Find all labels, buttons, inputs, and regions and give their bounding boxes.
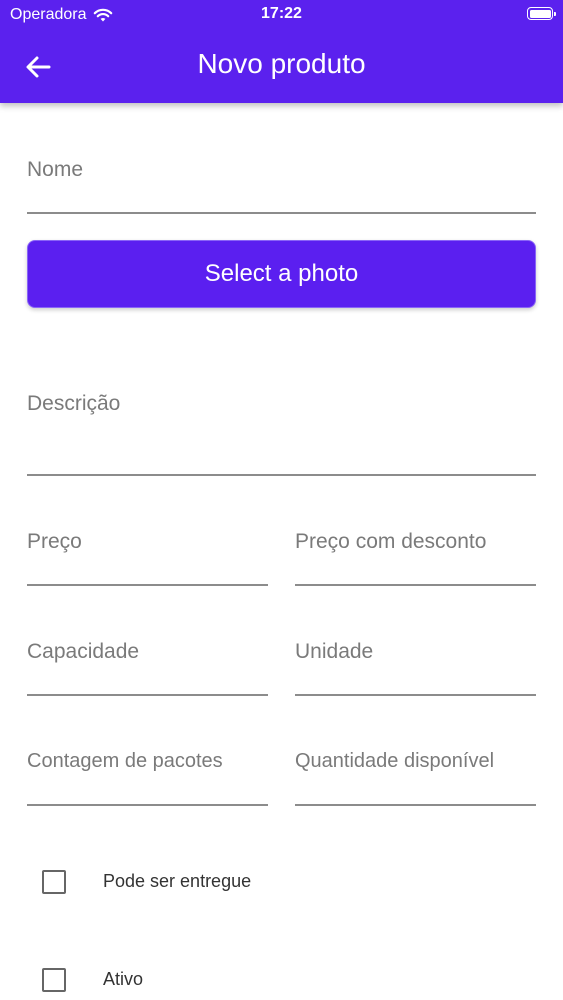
ativo-label: Ativo [103,969,144,989]
page-title: Novo produto [197,48,366,79]
unidade-underline [295,694,536,696]
select-photo-button[interactable]: Select a photo [27,240,536,308]
pode-ser-entregue-row[interactable]: Pode ser entregue [42,870,251,894]
preco-desconto-field[interactable]: Preço com desconto [295,522,536,587]
contagem-pacotes-field[interactable]: Contagem de pacotes [27,742,268,807]
preco-underline [27,584,268,586]
descricao-label: Descrição [27,392,121,415]
app-bar: Operadora 17:22 Novo produto [0,0,563,103]
descricao-underline [27,474,536,476]
contagem-pacotes-underline [27,804,268,806]
unidade-label: Unidade [295,640,374,663]
preco-label: Preço [27,530,82,553]
unidade-field[interactable]: Unidade [295,632,536,697]
capacidade-field[interactable]: Capacidade [27,632,268,697]
capacidade-label: Capacidade [27,640,140,663]
preco-desconto-underline [295,584,536,586]
quantidade-disponivel-field[interactable]: Quantidade disponível [295,742,536,807]
capacidade-underline [27,694,268,696]
quantidade-disponivel-underline [295,804,536,806]
ativo-checkbox[interactable] [42,968,66,992]
status-time: 17:22 [261,5,302,22]
ativo-row[interactable]: Ativo [42,968,143,992]
pode-ser-entregue-checkbox[interactable] [42,870,66,894]
nome-field[interactable]: Nome [27,150,536,215]
preco-desconto-label: Preço com desconto [295,530,487,553]
battery-icon [527,7,556,20]
nome-label: Nome [27,158,84,181]
descricao-field[interactable]: Descrição [27,384,536,477]
status-bar: Operadora 17:22 [0,0,563,30]
pode-ser-entregue-label: Pode ser entregue [103,871,252,891]
contagem-pacotes-label: Contagem de pacotes [27,750,223,772]
quantidade-disponivel-label: Quantidade disponível [295,750,495,772]
nome-underline [27,212,536,214]
preco-field[interactable]: Preço [27,522,268,587]
